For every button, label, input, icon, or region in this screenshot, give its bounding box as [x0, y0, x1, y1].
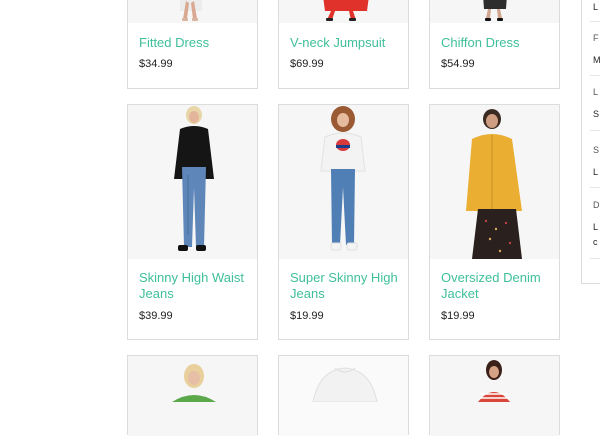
- sidebar-text-fragment: D: [593, 200, 600, 210]
- sidebar-text-fragment: L: [593, 222, 599, 232]
- sidebar-text-fragment: L: [593, 2, 599, 12]
- product-card-super-skinny-high-jeans[interactable]: Super Skinny High Jeans $19.99: [278, 104, 409, 340]
- product-name[interactable]: Chiffon Dress: [441, 35, 553, 51]
- product-name[interactable]: Skinny High Waist Jeans: [139, 270, 251, 302]
- product-card-oversized-denim-jacket[interactable]: Oversized Denim Jacket $19.99: [429, 104, 560, 340]
- product-card[interactable]: [127, 355, 258, 436]
- product-card-skinny-high-waist-jeans[interactable]: Skinny High Waist Jeans $39.99: [127, 104, 258, 340]
- divider: [590, 258, 600, 259]
- filter-sidebar: L F M L S S L D L c: [581, 0, 600, 284]
- sidebar-text-fragment: S: [593, 109, 600, 119]
- product-name[interactable]: V-neck Jumpsuit: [290, 35, 402, 51]
- product-price: $19.99: [441, 310, 475, 322]
- product-image[interactable]: [430, 105, 559, 259]
- product-image[interactable]: [279, 105, 408, 259]
- product-name[interactable]: Super Skinny High Jeans: [290, 270, 402, 302]
- divider: [590, 130, 600, 131]
- product-image[interactable]: [279, 356, 408, 436]
- product-image[interactable]: [128, 105, 257, 259]
- product-image[interactable]: [430, 356, 559, 436]
- product-image[interactable]: [430, 0, 559, 23]
- product-price: $39.99: [139, 310, 173, 322]
- divider: [590, 75, 600, 76]
- sidebar-text-fragment: F: [593, 33, 599, 43]
- product-name[interactable]: Oversized Denim Jacket: [441, 270, 553, 302]
- product-name[interactable]: Fitted Dress: [139, 35, 251, 51]
- sidebar-text-fragment: M: [593, 55, 600, 65]
- divider: [590, 21, 600, 22]
- sidebar-text-fragment: S: [593, 145, 600, 155]
- sidebar-text-fragment: c: [593, 237, 598, 247]
- product-price: $19.99: [290, 310, 324, 322]
- product-image[interactable]: [128, 0, 257, 23]
- product-card-fitted-dress[interactable]: Fitted Dress $34.99: [127, 0, 258, 89]
- sidebar-text-fragment: L: [593, 87, 599, 97]
- product-card[interactable]: [278, 355, 409, 436]
- product-card-v-neck-jumpsuit[interactable]: V-neck Jumpsuit $69.99: [278, 0, 409, 89]
- product-price: $34.99: [139, 58, 173, 70]
- product-price: $54.99: [441, 58, 475, 70]
- product-price: $69.99: [290, 58, 324, 70]
- sidebar-text-fragment: L: [593, 167, 599, 177]
- product-image[interactable]: [128, 356, 257, 436]
- product-image[interactable]: [279, 0, 408, 23]
- divider: [590, 187, 600, 188]
- product-card[interactable]: [429, 355, 560, 436]
- product-card-chiffon-dress[interactable]: Chiffon Dress $54.99: [429, 0, 560, 89]
